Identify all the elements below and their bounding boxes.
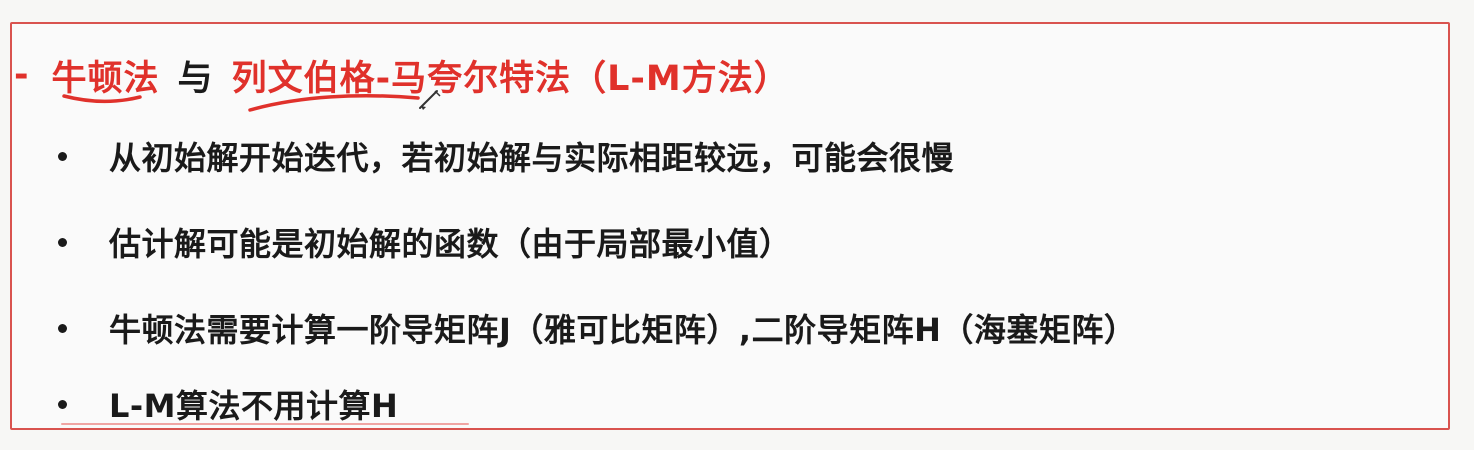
slide-heading: - 牛顿法 与 列文伯格-马夸尔特法（L-M方法）	[14, 50, 790, 100]
list-item: 牛顿法需要计算一阶导矩阵J（雅可比矩阵）,二阶导矩阵H（海塞矩阵）	[58, 300, 1136, 356]
slide: - 牛顿法 与 列文伯格-马夸尔特法（L-M方法） 从初始解开始迭代，若初始解与…	[0, 0, 1474, 450]
bullet-list: 从初始解开始迭代，若初始解与实际相距较远，可能会很慢 估计解可能是初始解的函数（…	[58, 128, 1136, 462]
list-item: 估计解可能是初始解的函数（由于局部最小值）	[58, 214, 1136, 270]
bullet-text: 从初始解开始迭代，若初始解与实际相距较远，可能会很慢	[109, 139, 955, 177]
bullet-text: 牛顿法需要计算一阶导矩阵J（雅可比矩阵）,二阶导矩阵H（海塞矩阵）	[109, 311, 1137, 349]
list-item: 从初始解开始迭代，若初始解与实际相距较远，可能会很慢	[58, 128, 1136, 184]
heading-term-newton: 牛顿法	[51, 58, 160, 99]
heading-dash: -	[14, 55, 30, 95]
bullet-dot-icon	[58, 323, 67, 333]
bullet-dot-icon	[58, 399, 67, 409]
heading-term-lm: 列文伯格-马夸尔特法（L-M方法）	[231, 58, 790, 99]
bullet-dot-icon	[58, 237, 67, 247]
bullet-dot-icon	[58, 151, 67, 161]
bullet-text: 估计解可能是初始解的函数（由于局部最小值）	[109, 225, 792, 263]
heading-conjunction: 与	[177, 58, 214, 99]
bullet-text: L-M算法不用计算H	[109, 387, 399, 425]
list-item: L-M算法不用计算H	[58, 376, 1136, 432]
